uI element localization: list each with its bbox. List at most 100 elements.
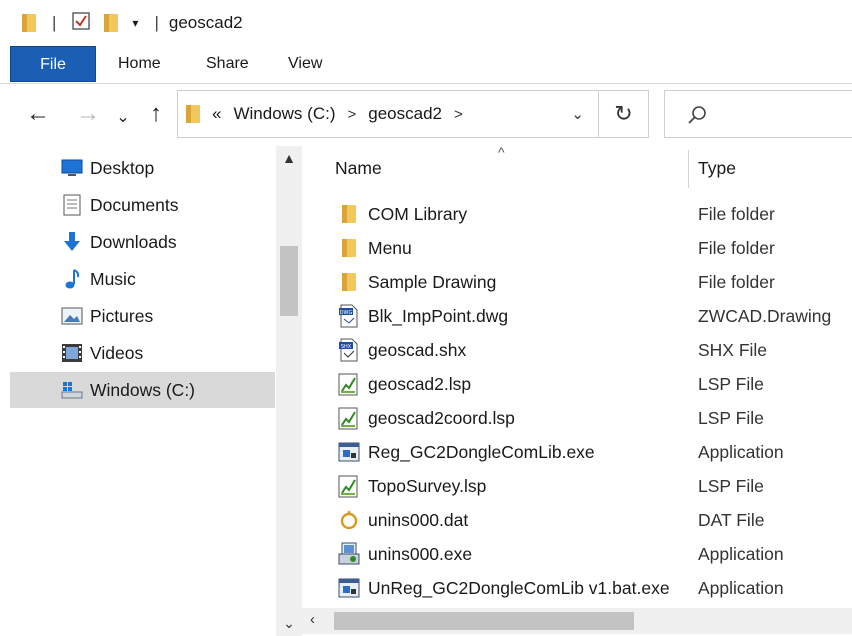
- file-list: ^ Name Type COM Library File folder Menu…: [302, 144, 852, 636]
- nav-item-label: Desktop: [90, 157, 155, 178]
- window-title: geoscad2: [168, 13, 243, 32]
- file-type: Application: [698, 544, 784, 564]
- toolbar-separator: |: [154, 13, 159, 32]
- file-type: ZWCAD.Drawing: [698, 306, 832, 326]
- breadcrumb-overflow[interactable]: «: [212, 104, 221, 124]
- file-type: Application: [698, 578, 784, 598]
- file-type: File folder: [698, 238, 775, 258]
- nav-item-downloads[interactable]: Downloads: [10, 224, 275, 260]
- customize-toolbar-icon[interactable]: ▾: [132, 16, 138, 30]
- tab-home[interactable]: Home: [98, 46, 181, 82]
- nav-item-label: Pictures: [90, 305, 154, 326]
- file-row[interactable]: TopoSurvey.lsp LSP File: [302, 469, 852, 503]
- nav-item-label: Windows (C:): [90, 379, 196, 400]
- toolbar-separator: |: [52, 13, 57, 32]
- shx-file-icon: SHX: [338, 338, 360, 362]
- documents-icon: [60, 193, 84, 217]
- tab-share[interactable]: Share: [186, 46, 269, 82]
- navigation-bar: ← → ⌄ ↑ « Windows (C:) > geoscad2 > ⌄ ↻: [0, 84, 852, 146]
- refresh-icon[interactable]: ↻: [599, 90, 649, 138]
- scrollbar-thumb[interactable]: [280, 246, 298, 316]
- file-type: LSP File: [698, 408, 764, 428]
- folder-icon: [338, 202, 360, 226]
- tab-view[interactable]: View: [268, 46, 342, 82]
- nav-item-windows-c[interactable]: Windows (C:): [10, 372, 275, 408]
- tab-file[interactable]: File: [10, 46, 96, 82]
- file-row[interactable]: Reg_GC2DongleComLib.exe Application: [302, 435, 852, 469]
- scroll-down-icon[interactable]: ⌄: [276, 615, 302, 632]
- back-arrow-icon[interactable]: ←: [24, 100, 52, 128]
- file-row[interactable]: unins000.dat DAT File: [302, 503, 852, 537]
- file-row[interactable]: unins000.exe Application: [302, 537, 852, 571]
- nav-item-videos[interactable]: Videos: [10, 335, 275, 371]
- file-name: COM Library: [368, 204, 468, 224]
- file-type: File folder: [698, 272, 775, 292]
- address-dropdown-icon[interactable]: ⌄: [571, 105, 584, 123]
- desktop-icon: [60, 156, 84, 180]
- recent-locations-chevron-icon[interactable]: ⌄: [112, 104, 134, 132]
- nav-item-label: Music: [90, 268, 136, 289]
- file-name: Sample Drawing: [368, 272, 497, 292]
- folder-icon[interactable]: [22, 14, 36, 32]
- file-row[interactable]: Menu File folder: [302, 231, 852, 265]
- horizontal-scrollbar[interactable]: ‹: [302, 608, 852, 634]
- drive-icon: [60, 378, 84, 402]
- nav-item-pictures[interactable]: Pictures: [10, 298, 275, 334]
- lsp-file-icon: [338, 372, 360, 396]
- file-name: UnReg_GC2DongleComLib v1.bat.exe: [368, 578, 670, 598]
- properties-check-icon[interactable]: [72, 11, 91, 35]
- dat-file-icon: [338, 508, 360, 532]
- navigation-scrollbar[interactable]: ▲ ⌄: [276, 146, 302, 636]
- lsp-file-icon: [338, 406, 360, 430]
- column-header-name[interactable]: Name: [335, 158, 382, 179]
- folder-icon: [338, 270, 360, 294]
- pictures-icon: [60, 304, 84, 328]
- svg-text:DWG: DWG: [340, 310, 353, 316]
- file-row[interactable]: geoscad2.lsp LSP File: [302, 367, 852, 401]
- scroll-up-icon[interactable]: ▲: [276, 150, 302, 166]
- nav-item-documents[interactable]: Documents: [10, 187, 275, 223]
- file-name: unins000.exe: [368, 544, 473, 564]
- nav-item-music[interactable]: Music: [10, 261, 275, 297]
- quick-access-toolbar: | ▾ |: [22, 11, 161, 35]
- nav-item-label: Videos: [90, 342, 144, 363]
- videos-icon: [60, 341, 84, 365]
- file-name: Blk_ImpPoint.dwg: [368, 306, 509, 326]
- file-row[interactable]: UnReg_GC2DongleComLib v1.bat.exe Applica…: [302, 571, 852, 605]
- file-type: SHX File: [698, 340, 768, 360]
- file-row[interactable]: DWG Blk_ImpPoint.dwg ZWCAD.Drawing: [302, 299, 852, 333]
- folder-icon: [186, 105, 200, 123]
- new-folder-icon[interactable]: [104, 14, 119, 32]
- sort-ascending-icon: ^: [498, 144, 505, 160]
- scrollbar-thumb[interactable]: [334, 612, 634, 630]
- search-box[interactable]: [664, 90, 852, 138]
- file-name: Menu: [368, 238, 412, 258]
- file-type: File folder: [698, 204, 775, 224]
- nav-item-desktop[interactable]: Desktop: [10, 150, 275, 186]
- file-name: Reg_GC2DongleComLib.exe: [368, 442, 595, 462]
- forward-arrow-icon[interactable]: →: [74, 100, 102, 128]
- file-row[interactable]: SHX geoscad.shx SHX File: [302, 333, 852, 367]
- breadcrumb-separator[interactable]: >: [454, 106, 463, 123]
- address-bar[interactable]: « Windows (C:) > geoscad2 > ⌄: [177, 90, 599, 138]
- exe-file-icon: [338, 576, 360, 600]
- file-type: LSP File: [698, 476, 764, 496]
- column-header-type[interactable]: Type: [698, 158, 736, 179]
- nav-item-label: Downloads: [90, 231, 177, 252]
- file-type: LSP File: [698, 374, 764, 394]
- file-row[interactable]: geoscad2coord.lsp LSP File: [302, 401, 852, 435]
- breadcrumb-separator[interactable]: >: [347, 106, 356, 123]
- downloads-icon: [60, 230, 84, 254]
- up-arrow-icon[interactable]: ↑: [142, 100, 170, 128]
- file-name: geoscad.shx: [368, 340, 467, 360]
- column-divider[interactable]: [688, 150, 689, 188]
- column-headers: ^ Name Type: [302, 144, 852, 190]
- file-name: geoscad2coord.lsp: [368, 408, 515, 428]
- scroll-left-icon[interactable]: ‹: [310, 611, 315, 628]
- breadcrumb-geoscad2[interactable]: geoscad2: [368, 104, 442, 124]
- file-name: TopoSurvey.lsp: [368, 476, 487, 496]
- lsp-file-icon: [338, 474, 360, 498]
- breadcrumb-windows-c[interactable]: Windows (C:): [233, 104, 335, 124]
- file-row[interactable]: COM Library File folder: [302, 197, 852, 231]
- file-row[interactable]: Sample Drawing File folder: [302, 265, 852, 299]
